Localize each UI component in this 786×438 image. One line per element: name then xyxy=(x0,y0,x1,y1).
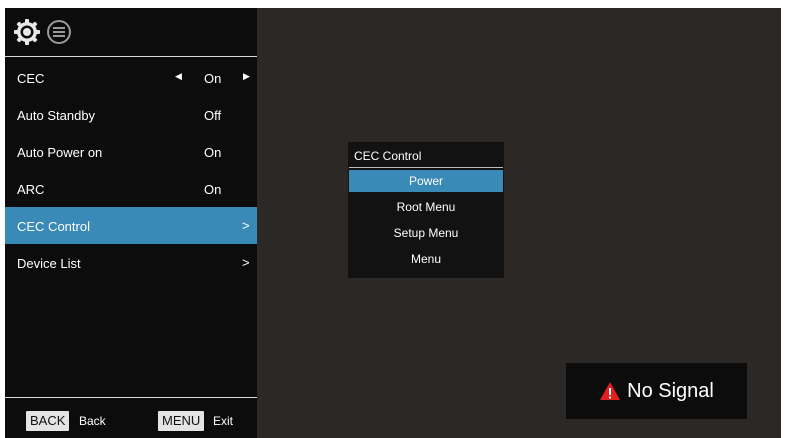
menu-item-auto-standby[interactable]: Auto Standby Off xyxy=(5,96,257,133)
menu-item-arc[interactable]: ARC On xyxy=(5,170,257,207)
cec-control-popup: CEC Control Power Root Menu Setup Menu M… xyxy=(348,142,504,278)
gear-icon[interactable] xyxy=(13,18,41,46)
menu-key[interactable]: MENU xyxy=(158,411,205,431)
settings-menu: CEC ◀ On ▶ Auto Standby Off Auto Power o… xyxy=(5,59,257,281)
chevron-right-icon: > xyxy=(242,218,250,233)
menu-item-label: Device List xyxy=(17,256,81,271)
right-arrow-icon[interactable]: ▶ xyxy=(243,71,250,82)
popup-option-menu[interactable]: Menu xyxy=(349,248,503,270)
menu-item-device-list[interactable]: Device List > xyxy=(5,244,257,281)
icon-bar xyxy=(5,8,257,56)
no-signal-banner: No Signal xyxy=(566,363,747,419)
left-arrow-icon[interactable]: ◀ xyxy=(175,71,182,82)
list-icon[interactable] xyxy=(45,18,73,46)
menu-item-value: On xyxy=(204,71,222,86)
settings-panel: CEC ◀ On ▶ Auto Standby Off Auto Power o… xyxy=(5,8,257,438)
divider xyxy=(5,56,257,57)
menu-item-cec[interactable]: CEC ◀ On ▶ xyxy=(5,59,257,96)
menu-item-value: On xyxy=(204,182,222,197)
exit-label: Exit xyxy=(213,414,234,428)
menu-item-label: Auto Power on xyxy=(17,145,103,160)
menu-item-cec-control[interactable]: CEC Control > xyxy=(5,207,257,244)
menu-item-auto-power-on[interactable]: Auto Power on On xyxy=(5,133,257,170)
menu-item-label: CEC Control xyxy=(17,219,90,234)
popup-title: CEC Control xyxy=(354,149,422,163)
tv-screen: CEC ◀ On ▶ Auto Standby Off Auto Power o… xyxy=(5,8,781,438)
warning-triangle-icon xyxy=(600,382,621,400)
popup-option-power[interactable]: Power xyxy=(349,170,503,192)
menu-item-value: Off xyxy=(204,108,222,123)
menu-item-label: ARC xyxy=(17,182,45,197)
back-key[interactable]: BACK xyxy=(26,411,70,431)
menu-item-label: CEC xyxy=(17,71,45,86)
divider xyxy=(349,167,503,168)
popup-option-root-menu[interactable]: Root Menu xyxy=(349,196,503,218)
no-signal-text: No Signal xyxy=(627,379,714,402)
menu-item-label: Auto Standby xyxy=(17,108,96,123)
footer-hints: BACK Back MENU Exit xyxy=(5,398,257,438)
chevron-right-icon: > xyxy=(242,255,250,270)
back-label: Back xyxy=(79,414,106,428)
menu-item-value: On xyxy=(204,145,222,160)
popup-option-setup-menu[interactable]: Setup Menu xyxy=(349,222,503,244)
